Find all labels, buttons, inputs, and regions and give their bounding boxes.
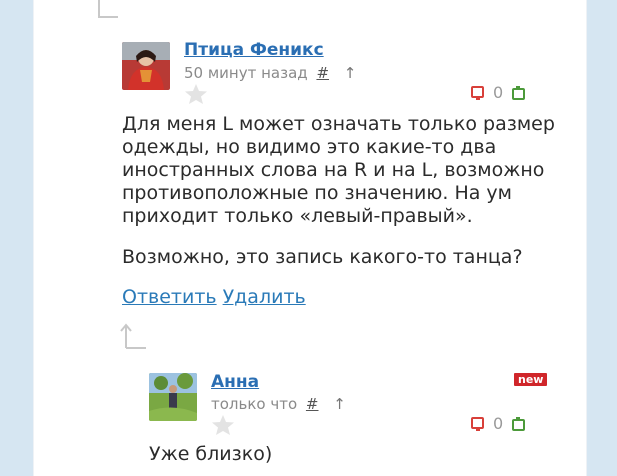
parent-link-icon[interactable]: ↑ [344,64,357,82]
thumbs-down-icon[interactable] [471,416,487,432]
star-icon[interactable] [184,83,208,105]
comment-text: Для меня L может означать только размер … [122,113,555,228]
comment-time: 50 минут назад [184,64,308,82]
vote-controls: 0 [471,414,526,433]
thumbs-down-icon[interactable] [471,85,487,101]
comments-panel: Птица Феникс 50 минут назад # ↑ 0 Для ме… [33,0,587,476]
thumbs-up-icon[interactable] [509,85,526,101]
comment-author[interactable]: Анна [211,372,259,392]
parent-link-icon[interactable]: ↑ [333,395,346,413]
reply-arrow-icon [120,323,146,349]
vote-count: 0 [493,83,504,102]
thumbs-up-icon[interactable] [509,416,526,432]
comment-meta: только что # ↑ [211,395,346,413]
comment-author[interactable]: Птица Феникс [184,40,324,60]
permalink-link[interactable]: # [316,64,329,82]
star-icon[interactable] [211,414,235,436]
comment-text-line: Для меня L может означать только размер [122,113,555,135]
avatar[interactable] [149,373,197,421]
comment-actions: Ответить Удалить [122,286,312,308]
comment-text-line: иностранных слова на R и на L, возможно [122,159,545,181]
comment-meta: 50 минут назад # ↑ [184,64,356,82]
new-badge: new [514,373,548,386]
avatar[interactable] [122,42,170,90]
comment-time: только что [211,395,298,413]
comment-text-line: одежды, но видимо это какие-то два [122,136,497,158]
delete-link[interactable]: Удалить [223,286,306,308]
comment-text-line: приходит только «левый-правый». [122,205,473,227]
comment-text: Уже близко) [149,443,273,465]
vote-controls: 0 [471,83,526,102]
comment-text-paragraph: Возможно, это запись какого-то танца? [122,246,523,268]
permalink-link[interactable]: # [306,395,319,413]
reply-link[interactable]: Ответить [122,286,217,308]
reply-arrow-icon [98,0,118,18]
comment-text-line: противоположные по значению. На ум [122,182,512,204]
vote-count: 0 [493,414,504,433]
